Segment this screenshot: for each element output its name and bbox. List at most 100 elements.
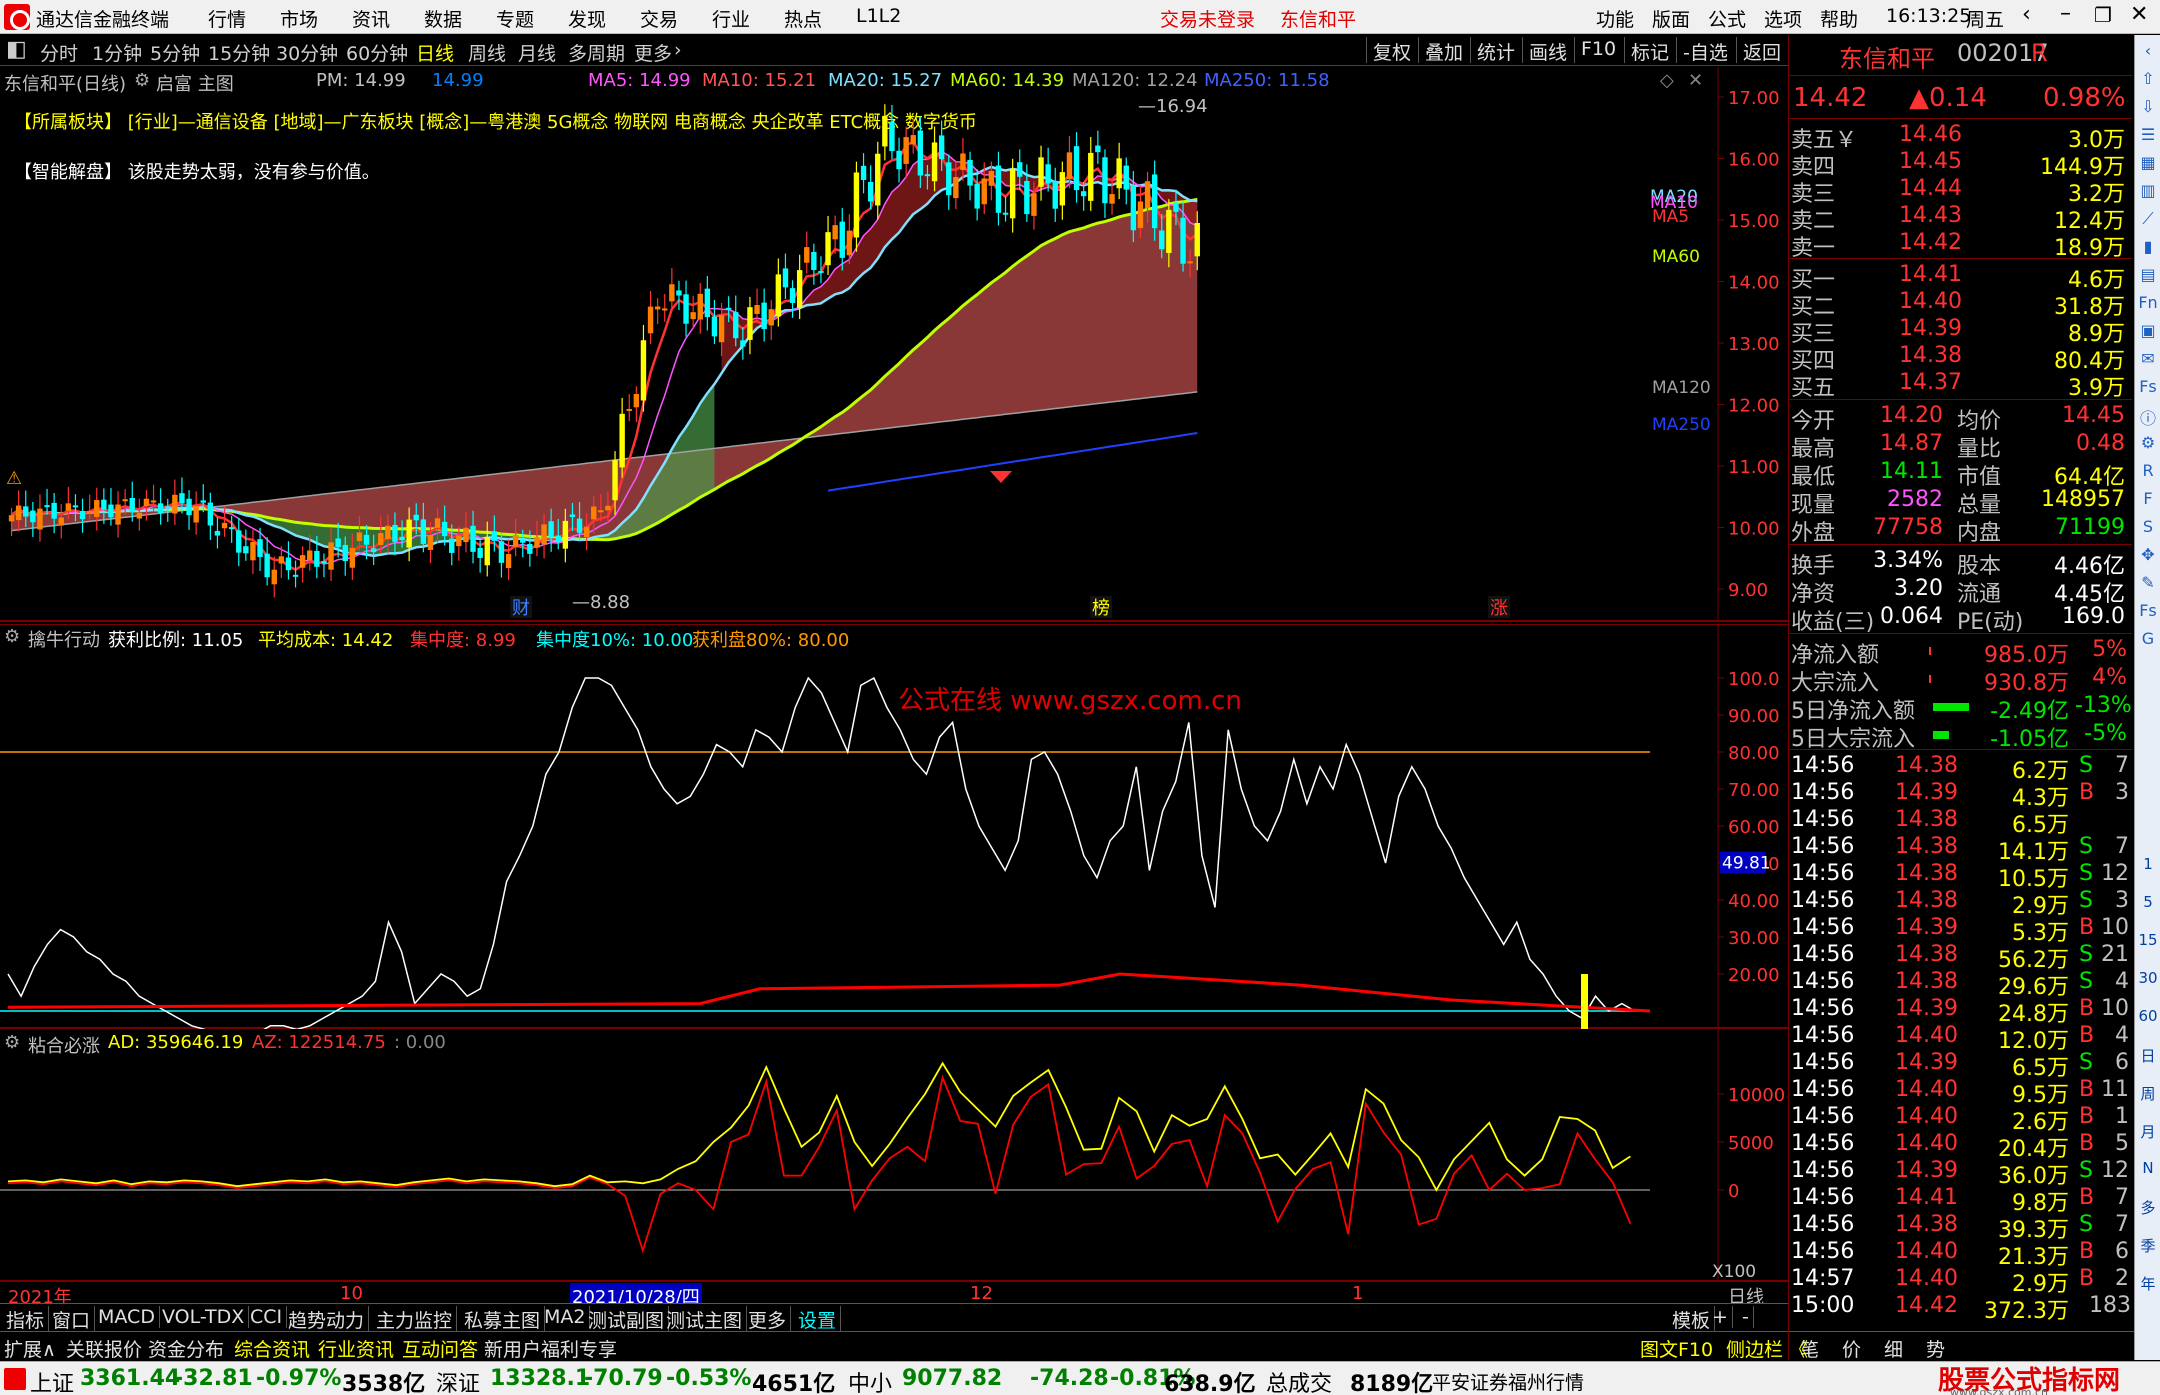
ask-row[interactable]: 卖四 14.45 144.9万 bbox=[1789, 149, 2132, 180]
nianhe-indicator-chart[interactable]: 10000 5000 0 X100 bbox=[0, 1030, 1788, 1282]
period-30min[interactable]: 30分钟 bbox=[276, 39, 338, 66]
period-15min[interactable]: 15分钟 bbox=[208, 39, 270, 66]
period-1min[interactable]: 1分钟 bbox=[92, 39, 142, 66]
ext-tab-4[interactable]: 行业资讯 bbox=[318, 1335, 394, 1362]
ext-right-tab-0[interactable]: 图文F10 bbox=[1640, 1335, 1713, 1362]
login-status[interactable]: 交易未登录 bbox=[1160, 5, 1255, 32]
pen-icon[interactable]: ✎ bbox=[2137, 573, 2159, 597]
menu-hangye[interactable]: 行业 bbox=[712, 5, 750, 32]
arrow-up-icon[interactable]: ⇧ bbox=[2137, 69, 2159, 93]
line-chart-icon[interactable]: ⟋ bbox=[2137, 209, 2159, 233]
menu-shuju[interactable]: 数据 bbox=[424, 5, 462, 32]
info-icon[interactable]: ⓘ bbox=[2137, 405, 2159, 429]
tool-f10[interactable]: F10 bbox=[1574, 37, 1622, 63]
ext-tab-6[interactable]: 新用户福利专享 bbox=[484, 1335, 617, 1362]
fs-icon[interactable]: Fs bbox=[2137, 377, 2159, 401]
minimize-icon[interactable]: – bbox=[2060, 1, 2071, 26]
rsi-icon[interactable]: R bbox=[2137, 461, 2159, 485]
indicator-tab-7[interactable]: 私募主图 bbox=[460, 1306, 546, 1333]
indicator-tab-15[interactable]: - bbox=[1738, 1306, 1754, 1328]
menu-faxian[interactable]: 发现 bbox=[568, 5, 606, 32]
indicator-tab-14[interactable]: + bbox=[1708, 1306, 1733, 1328]
menu-l1l2[interactable]: L1L2 bbox=[856, 5, 901, 27]
indicator-tab-9[interactable]: 测试副图 bbox=[584, 1306, 670, 1333]
indicator-tab-3[interactable]: VOL-TDX bbox=[158, 1306, 250, 1328]
sh-name[interactable]: 上证 bbox=[30, 1366, 74, 1395]
period-side-8[interactable]: 日 bbox=[2135, 1045, 2160, 1066]
period-side-10[interactable]: 月 bbox=[2135, 1121, 2160, 1142]
settings-icon[interactable]: ⚙ bbox=[2137, 433, 2159, 457]
ext-tab-3[interactable]: 综合资讯 bbox=[234, 1335, 310, 1362]
chevron-left-icon[interactable]: ‹ bbox=[2137, 41, 2159, 65]
period-more[interactable]: 更多 bbox=[634, 39, 672, 66]
period-side-4[interactable]: 5 bbox=[2135, 893, 2160, 911]
list-icon[interactable]: ☰ bbox=[2137, 125, 2159, 149]
indicator-tab-4[interactable]: CCI bbox=[246, 1306, 288, 1328]
period-60min[interactable]: 60分钟 bbox=[346, 39, 408, 66]
period-daily[interactable]: 日线 bbox=[416, 39, 454, 66]
fin-icon[interactable]: F bbox=[2137, 489, 2159, 513]
period-side-14[interactable]: 年 bbox=[2135, 1273, 2160, 1294]
menu-xuanxiang[interactable]: 选项 bbox=[1764, 5, 1802, 32]
back-icon[interactable]: ‹ bbox=[2022, 2, 2031, 27]
period-side-7[interactable]: 60 bbox=[2135, 1007, 2160, 1025]
menu-shichang[interactable]: 市场 bbox=[280, 5, 318, 32]
bid-row[interactable]: 买一 14.41 4.6万 bbox=[1789, 262, 2132, 293]
news-icon[interactable]: ✉ bbox=[2137, 349, 2159, 373]
period-weekly[interactable]: 周线 bbox=[468, 39, 506, 66]
ask-row[interactable]: 卖五￥ 14.46 3.0万 bbox=[1789, 122, 2132, 153]
period-side-11[interactable]: N bbox=[2135, 1159, 2160, 1177]
kline-chart[interactable]: 17.00 16.00 15.00 14.00 13.00 12.00 11.00 10.00… bbox=[0, 67, 1788, 622]
ext-tab-5[interactable]: 互动问答 bbox=[402, 1335, 478, 1362]
fs2-icon[interactable]: Fs bbox=[2137, 601, 2159, 625]
zx-name[interactable]: 中小 bbox=[848, 1366, 892, 1395]
menu-gongneng[interactable]: 功能 bbox=[1596, 5, 1634, 32]
indicator-tab-0[interactable]: 指标 bbox=[2, 1306, 50, 1333]
menu-bangzhu[interactable]: 帮助 bbox=[1820, 5, 1858, 32]
restore-icon[interactable]: ❐ bbox=[2094, 3, 2112, 27]
period-side-5[interactable]: 15 bbox=[2135, 931, 2160, 949]
tool-tongji[interactable]: 统计 bbox=[1470, 37, 1521, 64]
period-side-9[interactable]: 周 bbox=[2135, 1083, 2160, 1104]
close-icon[interactable]: ✕ bbox=[2130, 2, 2148, 27]
period-side-12[interactable]: 多 bbox=[2135, 1197, 2160, 1218]
s-icon[interactable]: S bbox=[2137, 517, 2159, 541]
arrow-down-icon[interactable]: ⇩ bbox=[2137, 97, 2159, 121]
menu-hangqing[interactable]: 行情 bbox=[208, 5, 246, 32]
indicator-tab-1[interactable]: 窗口 bbox=[48, 1306, 96, 1333]
g-icon[interactable]: G bbox=[2137, 629, 2159, 653]
tool-fanhui[interactable]: 返回 bbox=[1736, 37, 1787, 64]
period-side-6[interactable]: 30 bbox=[2135, 969, 2160, 987]
period-side-13[interactable]: 季 bbox=[2135, 1235, 2160, 1256]
bid-row[interactable]: 买四 14.38 80.4万 bbox=[1789, 343, 2132, 374]
menu-zixun[interactable]: 资讯 bbox=[352, 5, 390, 32]
bid-row[interactable]: 买三 14.39 8.9万 bbox=[1789, 316, 2132, 347]
indicator-tab-8[interactable]: MA2 bbox=[540, 1306, 591, 1328]
tool-zixuan[interactable]: -自选 bbox=[1676, 37, 1734, 64]
tool-fuquan[interactable]: 复权 bbox=[1366, 37, 1417, 64]
period-side-3[interactable]: 1 bbox=[2135, 855, 2160, 873]
table-icon[interactable]: ▤ bbox=[2137, 265, 2159, 289]
indicator-tab-11[interactable]: 更多 bbox=[744, 1306, 792, 1333]
arrow-icon[interactable]: ✥ bbox=[2137, 545, 2159, 569]
bar-chart-icon[interactable]: ▥ bbox=[2137, 181, 2159, 205]
menu-zhuanti[interactable]: 专题 bbox=[496, 5, 534, 32]
indicator-tab-12[interactable]: 设置 bbox=[794, 1306, 842, 1333]
ask-row[interactable]: 卖三 14.44 3.2万 bbox=[1789, 176, 2132, 207]
indicator-tab-6[interactable]: 主力监控 bbox=[372, 1306, 458, 1333]
bid-row[interactable]: 买五 14.37 3.9万 bbox=[1789, 370, 2132, 401]
menu-gongshi[interactable]: 公式 bbox=[1708, 5, 1746, 32]
qinniu-indicator-chart[interactable]: 100.090.0080.0070.0060.0050.0040.0030.00… bbox=[0, 624, 1788, 1029]
period-multi[interactable]: 多周期 bbox=[568, 39, 625, 66]
period-5min[interactable]: 5分钟 bbox=[150, 39, 200, 66]
period-monthly[interactable]: 月线 bbox=[518, 39, 556, 66]
tool-biaoji[interactable]: 标记 bbox=[1624, 37, 1675, 64]
menu-jiaoyi[interactable]: 交易 bbox=[640, 5, 678, 32]
sz-name[interactable]: 深证 bbox=[436, 1366, 480, 1395]
ask-row[interactable]: 卖二 14.43 12.4万 bbox=[1789, 203, 2132, 234]
ext-tab-1[interactable]: 关联报价 bbox=[66, 1335, 142, 1362]
indicator-tab-10[interactable]: 测试主图 bbox=[662, 1306, 748, 1333]
menu-redian[interactable]: 热点 bbox=[784, 5, 822, 32]
tool-huaxian[interactable]: 画线 bbox=[1522, 37, 1573, 64]
panel2-settings-icon[interactable]: ⚙ bbox=[4, 626, 20, 647]
